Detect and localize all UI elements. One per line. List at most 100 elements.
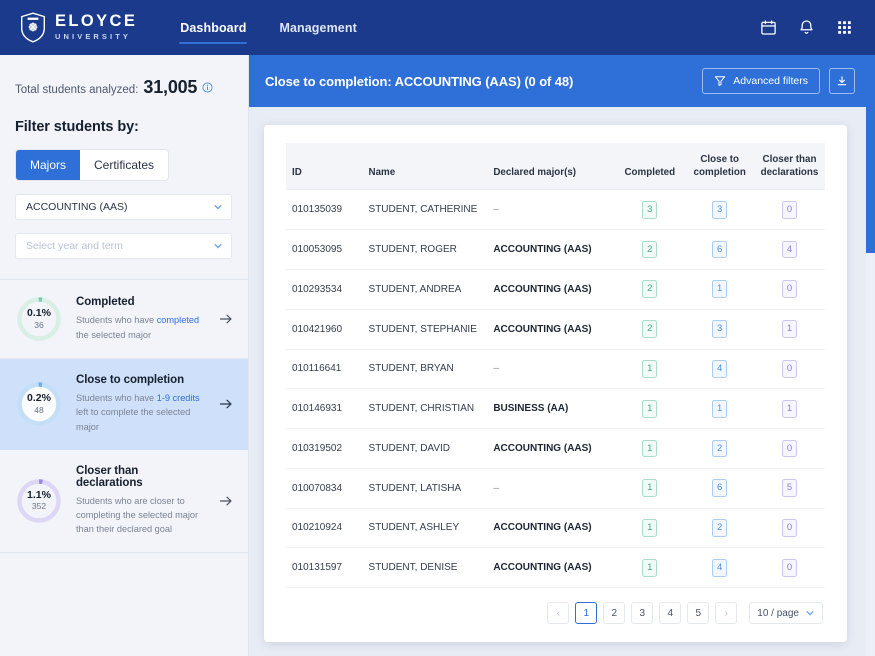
col-name[interactable]: Name [363, 143, 488, 190]
col-closer[interactable]: Closer than declarations [754, 143, 825, 190]
badge-completed: 1 [642, 360, 657, 378]
donut-percent-close: 0.2% [27, 393, 51, 405]
cell-close: 4 [685, 349, 754, 389]
cell-close: 6 [685, 230, 754, 270]
year-term-select[interactable]: Select year and term [15, 233, 232, 259]
arrow-right-icon[interactable] [218, 493, 234, 509]
chevron-down-icon [213, 241, 223, 251]
app-window: ELOYCE UNIVERSITY Dashboard Management [0, 0, 875, 656]
metric-card-closer-than-declarations[interactable]: 1.1% 352 Closer than declarations Studen… [0, 450, 248, 553]
table-row[interactable]: 010146931STUDENT, CHRISTIANBUSINESS (AA)… [286, 389, 825, 429]
col-major[interactable]: Declared major(s) [487, 143, 614, 190]
metric-desc-completed: Students who have completed the selected… [76, 313, 205, 342]
brand-logo[interactable]: ELOYCE UNIVERSITY [20, 12, 137, 43]
cell-closer: 0 [754, 190, 825, 230]
badge-completed: 1 [642, 519, 657, 537]
badge-closer: 0 [782, 519, 797, 537]
download-icon [836, 75, 848, 87]
nav-link-dashboard[interactable]: Dashboard [179, 2, 247, 53]
major-select[interactable]: ACCOUNTING (AAS) [15, 194, 232, 220]
info-icon[interactable] [202, 82, 213, 93]
pagination-page-5[interactable]: 5 [687, 602, 709, 624]
cell-name: STUDENT, DAVID [363, 429, 488, 469]
table-row[interactable]: 010053095STUDENT, ROGERACCOUNTING (AAS)2… [286, 230, 825, 270]
col-completed[interactable]: Completed [614, 143, 685, 190]
main-header: Close to completion: ACCOUNTING (AAS) (0… [249, 55, 875, 107]
pagination-next[interactable]: › [715, 602, 737, 624]
main-header-actions: Advanced filters [702, 68, 855, 94]
pagination-prev[interactable]: ‹ [547, 602, 569, 624]
table-row[interactable]: 010293534STUDENT, ANDREAACCOUNTING (AAS)… [286, 269, 825, 309]
pagination-page-2[interactable]: 2 [603, 602, 625, 624]
metric-card-completed[interactable]: 0.1% 36 Completed Students who have comp… [0, 280, 248, 359]
cell-id: 010053095 [286, 230, 363, 270]
advanced-filters-label: Advanced filters [733, 75, 808, 87]
badge-completed: 2 [642, 241, 657, 259]
cell-major: ACCOUNTING (AAS) [487, 230, 614, 270]
apps-grid-icon[interactable] [836, 19, 853, 36]
page-size-select[interactable]: 10 / page [749, 602, 823, 624]
arrow-right-icon[interactable] [218, 396, 234, 412]
badge-closer: 4 [782, 241, 797, 259]
cell-id: 010131597 [286, 548, 363, 588]
table-row[interactable]: 010135039STUDENT, CATHERINE–330 [286, 190, 825, 230]
pagination-page-3[interactable]: 3 [631, 602, 653, 624]
badge-closer: 0 [782, 559, 797, 577]
year-term-select-placeholder: Select year and term [26, 240, 123, 252]
table-row[interactable]: 010421960STUDENT, STEPHANIEACCOUNTING (A… [286, 309, 825, 349]
table-row[interactable]: 010116641STUDENT, BRYAN–140 [286, 349, 825, 389]
nav-link-management[interactable]: Management [278, 2, 357, 53]
table-row[interactable]: 010319502STUDENT, DAVIDACCOUNTING (AAS)1… [286, 429, 825, 469]
cell-major: BUSINESS (AA) [487, 389, 614, 429]
main-title: Close to completion: ACCOUNTING (AAS) (0… [265, 74, 573, 89]
metric-desc-closer: Students who are closer to completing th… [76, 494, 205, 537]
desc-pre: Students who are closer to completing th… [76, 496, 198, 535]
segment-certificates[interactable]: Certificates [80, 150, 168, 180]
col-id[interactable]: ID [286, 143, 363, 190]
table-row[interactable]: 010070834STUDENT, LATISHA–165 [286, 468, 825, 508]
cell-id: 010319502 [286, 429, 363, 469]
bell-icon[interactable] [798, 19, 815, 36]
cell-close: 2 [685, 508, 754, 548]
cell-closer: 0 [754, 548, 825, 588]
cell-major: ACCOUNTING (AAS) [487, 508, 614, 548]
cell-close: 4 [685, 548, 754, 588]
advanced-filters-button[interactable]: Advanced filters [702, 68, 820, 94]
metric-card-close-to-completion[interactable]: 0.2% 48 Close to completion Students who… [0, 359, 248, 450]
filter-students-title: Filter students by: [15, 119, 232, 135]
badge-closer: 0 [782, 360, 797, 378]
pagination-page-1[interactable]: 1 [575, 602, 597, 624]
cell-id: 010210924 [286, 508, 363, 548]
scrollbar-thumb[interactable] [866, 55, 875, 253]
badge-closer: 0 [782, 280, 797, 298]
table-body: 010135039STUDENT, CATHERINE–330010053095… [286, 190, 825, 588]
pagination-page-4[interactable]: 4 [659, 602, 681, 624]
donut-count-completed: 36 [34, 320, 43, 330]
vertical-scrollbar[interactable] [866, 55, 875, 656]
badge-completed: 2 [642, 280, 657, 298]
badge-closer: 5 [782, 479, 797, 497]
metric-title-completed: Completed [76, 296, 205, 308]
calendar-icon[interactable] [760, 19, 777, 36]
table-row[interactable]: 010131597STUDENT, DENISEACCOUNTING (AAS)… [286, 548, 825, 588]
badge-completed: 2 [642, 320, 657, 338]
table-row[interactable]: 010210924STUDENT, ASHLEYACCOUNTING (AAS)… [286, 508, 825, 548]
donut-count-close: 48 [34, 405, 43, 415]
col-close[interactable]: Close to completion [685, 143, 754, 190]
main-content: Close to completion: ACCOUNTING (AAS) (0… [249, 55, 875, 656]
cell-major: ACCOUNTING (AAS) [487, 269, 614, 309]
cell-name: STUDENT, BRYAN [363, 349, 488, 389]
cell-name: STUDENT, STEPHANIE [363, 309, 488, 349]
segment-majors[interactable]: Majors [16, 150, 80, 180]
download-button[interactable] [829, 68, 855, 94]
cell-id: 010421960 [286, 309, 363, 349]
cell-name: STUDENT, DENISE [363, 548, 488, 588]
badge-close: 3 [712, 201, 727, 219]
arrow-right-icon[interactable] [218, 311, 234, 327]
cell-close: 2 [685, 429, 754, 469]
page-body: Total students analyzed: 31,005 Filter s… [0, 55, 875, 656]
cell-major: ACCOUNTING (AAS) [487, 309, 614, 349]
cell-closer: 1 [754, 309, 825, 349]
cell-major: – [487, 468, 614, 508]
badge-close: 1 [712, 280, 727, 298]
